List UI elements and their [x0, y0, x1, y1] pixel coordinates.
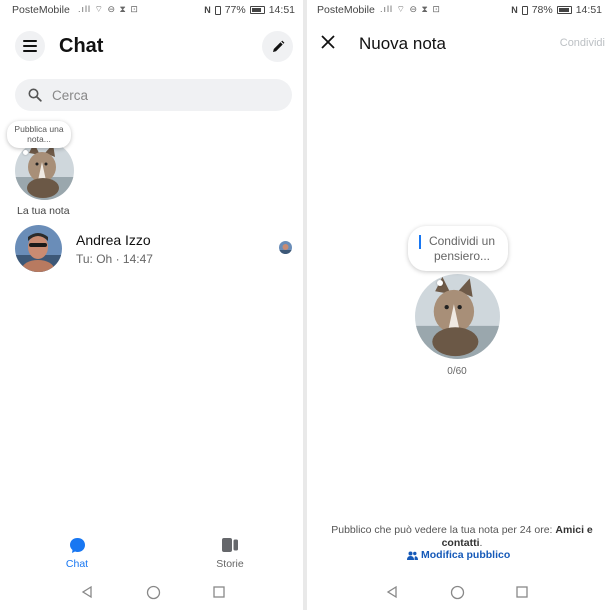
recents-icon[interactable]	[212, 585, 226, 604]
battery-icon	[556, 6, 572, 14]
back-icon[interactable]	[80, 585, 94, 604]
carrier-name: PosteMobile	[12, 4, 70, 16]
audience-info: Pubblico che può vedere la tua nota per …	[327, 524, 597, 550]
tab-storie[interactable]: Storie	[210, 537, 250, 570]
signal-icons: .ıll ⌔ ⊖ ⧗ ⊡	[380, 4, 441, 14]
status-bar: PosteMobile .ıll ⌔ ⊖ ⧗ ⊡ N 77% 14:51	[0, 0, 303, 20]
page-title: Nuova nota	[359, 34, 446, 53]
bubble-tail	[23, 150, 28, 155]
note-prompt-bubble[interactable]: Pubblica una nota...	[7, 121, 71, 148]
close-icon	[321, 35, 335, 49]
audience-text: Pubblico che può vedere la tua nota per …	[331, 524, 553, 536]
audience-suffix: .	[479, 537, 483, 549]
text-cursor	[419, 235, 421, 249]
signal-icons: .ıll ⌔ ⊖ ⧗ ⊡	[78, 4, 139, 14]
clock: 14:51	[268, 4, 295, 16]
note-avatar	[415, 274, 500, 359]
back-icon[interactable]	[385, 585, 399, 604]
search-icon	[28, 88, 42, 102]
battery-icon	[249, 6, 265, 14]
note-label: La tua nota	[17, 205, 70, 217]
hamburger-icon	[23, 40, 37, 52]
new-note-screen: PosteMobile .ıll ⌔ ⊖ ⧗ ⊡ N 78% 14:51 Nuo…	[307, 0, 610, 610]
note-input-placeholder: Condividi un pensiero...	[428, 234, 496, 263]
clock: 14:51	[575, 4, 602, 16]
compose-button[interactable]	[262, 31, 293, 62]
avatar	[15, 225, 62, 272]
note-input-bubble[interactable]: Condividi un pensiero...	[408, 226, 508, 271]
vibrate-icon	[214, 5, 221, 15]
page-title: Chat	[59, 35, 104, 57]
home-icon[interactable]	[146, 585, 161, 605]
chat-screen: PosteMobile .ıll ⌔ ⊖ ⧗ ⊡ N 77% 14:51 Cha…	[0, 0, 303, 610]
recents-icon[interactable]	[515, 585, 529, 604]
pencil-icon	[272, 40, 284, 52]
people-icon	[407, 551, 418, 560]
tab-storie-label: Storie	[216, 558, 244, 570]
home-icon[interactable]	[450, 585, 465, 605]
status-bar: PosteMobile .ıll ⌔ ⊖ ⧗ ⊡ N 78% 14:51	[307, 0, 610, 20]
tab-chat[interactable]: Chat	[60, 537, 94, 570]
nfc-icon: N	[511, 5, 518, 15]
share-button[interactable]: Condividi	[560, 37, 605, 49]
menu-button[interactable]	[15, 31, 45, 61]
user-photo-icon	[15, 225, 62, 272]
conversation-name: Andrea Izzo	[76, 232, 151, 248]
battery-percent: 78%	[531, 4, 553, 16]
close-button[interactable]	[321, 35, 335, 54]
android-navigation-bar	[307, 583, 610, 603]
conversation-preview: Tu: Oh · 14:47	[76, 252, 153, 266]
read-receipt-avatar	[279, 241, 292, 254]
character-counter: 0/60	[447, 366, 467, 377]
battery-percent: 77%	[224, 4, 246, 16]
dog-photo-icon	[415, 274, 500, 359]
nfc-icon: N	[204, 5, 211, 15]
search-bar[interactable]	[15, 79, 292, 111]
edit-audience-link[interactable]: Modifica pubblico	[407, 549, 510, 561]
stories-icon	[222, 538, 238, 552]
vibrate-icon	[521, 5, 528, 15]
edit-audience-label: Modifica pubblico	[421, 549, 511, 561]
search-input[interactable]	[52, 85, 282, 105]
chat-bubble-icon	[69, 538, 85, 553]
android-navigation-bar	[0, 583, 303, 603]
conversation-row[interactable]: Andrea Izzo Tu: Oh · 14:47	[15, 225, 295, 273]
tab-chat-label: Chat	[65, 558, 89, 570]
carrier-name: PosteMobile	[317, 4, 375, 16]
bubble-tail	[437, 280, 443, 286]
